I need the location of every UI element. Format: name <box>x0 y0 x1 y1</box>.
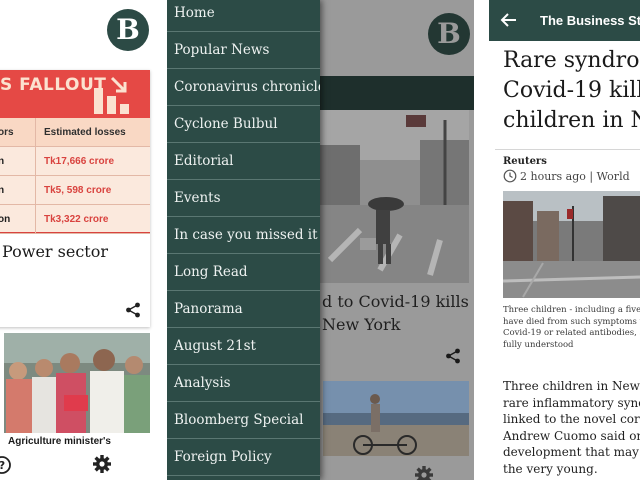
table-header-row: ors Estimated losses <box>0 118 150 147</box>
caption-line: Three children - including a five-y <box>503 305 640 315</box>
menu-item-coronavirus-chronicle[interactable]: Coronavirus chronicle <box>167 69 320 106</box>
article-photo[interactable] <box>503 191 640 298</box>
photo-caption: Three children - including a five-y have… <box>503 305 640 351</box>
app-bar-title: The Business Standard <box>540 13 640 28</box>
body-line: development that may alt <box>503 445 640 459</box>
table-row: n Tk5, 598 crore <box>0 176 150 205</box>
photo-street-image <box>320 110 469 283</box>
table-row: n Tk17,666 crore <box>0 147 150 176</box>
news-photo-beach[interactable] <box>323 381 469 456</box>
table-row: on Tk3,322 crore <box>0 205 150 234</box>
chart-icon <box>94 76 129 114</box>
divider <box>495 149 640 150</box>
photo-city-street-image <box>503 191 640 298</box>
card-title-line: New York <box>322 315 401 334</box>
settings-gear-icon[interactable] <box>92 454 112 474</box>
body-line: Andrew Cuomo said on Sa <box>503 428 640 443</box>
infographic: S FALLOUT ors Estimated losses n Tk17,66… <box>0 70 150 234</box>
headline-line: Rare syndrome <box>503 48 640 73</box>
share-icon[interactable] <box>445 348 461 364</box>
caption-line: Covid-19 or related antibodies, sc <box>503 328 640 338</box>
settings-gear-icon[interactable] <box>414 465 434 480</box>
menu-item-long-read[interactable]: Long Read <box>167 254 320 291</box>
photo-crowd-image <box>4 333 150 433</box>
infographic-header: S FALLOUT <box>0 70 150 118</box>
article-meta: 2 hours ago | World <box>520 170 630 183</box>
dimmed-tab-band <box>320 76 474 110</box>
menu-item-panorama[interactable]: Panorama <box>167 291 320 328</box>
card-title[interactable]: d to Covid-19 kills New York <box>322 290 469 336</box>
menu-item-popular-news[interactable]: Popular News <box>167 32 320 69</box>
caption-line: fully understood <box>503 339 574 350</box>
infographic-title: S FALLOUT <box>0 75 107 95</box>
article-body: Three children in New Yor rare inflammat… <box>503 378 640 477</box>
navigation-drawer: Home Popular News Coronavirus chronicle … <box>167 0 320 480</box>
bottom-bar <box>0 446 167 480</box>
headline-line: Covid-19 kills <box>503 78 640 103</box>
article-section[interactable]: World <box>597 170 630 183</box>
menu-item-august-21st[interactable]: August 21st <box>167 328 320 365</box>
article-headline: Rare syndrome Covid-19 kills children in… <box>503 46 640 136</box>
back-arrow-icon[interactable] <box>499 10 519 30</box>
app-bar: The Business Standard <box>489 0 640 41</box>
news-card-power-sector[interactable]: S FALLOUT ors Estimated losses n Tk17,66… <box>0 70 150 327</box>
menu-item-events[interactable]: Events <box>167 180 320 217</box>
card-title-line: d to Covid-19 kills <box>322 292 469 311</box>
brand-logo[interactable]: B <box>107 9 149 51</box>
caption-line: have died from such symptoms w <box>503 316 640 327</box>
menu-item-analysis[interactable]: Analysis <box>167 365 320 402</box>
table-cell: Tk5, 598 crore <box>44 185 112 196</box>
table-header-cell: ors <box>0 118 36 146</box>
table-cell: on <box>0 205 36 233</box>
body-line: Three children in New Yor <box>503 379 640 393</box>
news-photo-minister[interactable] <box>4 333 150 433</box>
losses-table: ors Estimated losses n Tk17,666 crore n … <box>0 118 150 234</box>
body-line: rare inflammatory syndro <box>503 395 640 410</box>
menu-item-editorial[interactable]: Editorial <box>167 143 320 180</box>
menu-item-home[interactable]: Home <box>167 0 320 32</box>
card-title[interactable]: Power sector <box>2 242 108 261</box>
meta-separator: | <box>589 170 597 183</box>
table-cell: n <box>0 147 36 175</box>
news-card-covid[interactable]: d to Covid-19 kills New York <box>320 110 469 372</box>
drawer-screen: B d to Covid-19 kills New York Home Popu… <box>167 0 474 480</box>
body-line: linked to the novel coron <box>503 412 640 426</box>
photo-beach-image <box>323 381 469 456</box>
article-author: Reuters <box>503 156 547 167</box>
menu-item-bloomberg-special[interactable]: Bloomberg Special <box>167 402 320 439</box>
news-photo-rain <box>320 110 469 283</box>
clock-icon <box>503 169 517 183</box>
menu-item-cyclone-bulbul[interactable]: Cyclone Bulbul <box>167 106 320 143</box>
table-cell: Tk3,322 crore <box>44 214 109 225</box>
article-time: 2 hours ago <box>520 170 586 183</box>
help-icon[interactable]: ? <box>0 455 12 475</box>
panel-gap <box>474 0 489 480</box>
svg-text:?: ? <box>0 459 5 472</box>
menu-item-foreign-policy[interactable]: Foreign Policy <box>167 439 320 476</box>
headline-line: children in Ne <box>503 108 640 133</box>
table-cell: Tk17,666 crore <box>44 156 115 167</box>
share-icon[interactable] <box>125 302 141 318</box>
menu-item-in-case-you-missed-it[interactable]: In case you missed it <box>167 217 320 254</box>
brand-logo[interactable]: B <box>428 13 470 55</box>
body-line: the very young. <box>503 461 598 476</box>
photo-caption[interactable]: Agriculture minister's <box>8 436 111 447</box>
article-screen: The Business Standard Rare syndrome Covi… <box>489 0 640 480</box>
table-header-cell: Estimated losses <box>44 127 126 138</box>
feed-screen: B S FALLOUT ors Estimated losses <box>0 0 167 480</box>
table-cell: n <box>0 176 36 204</box>
